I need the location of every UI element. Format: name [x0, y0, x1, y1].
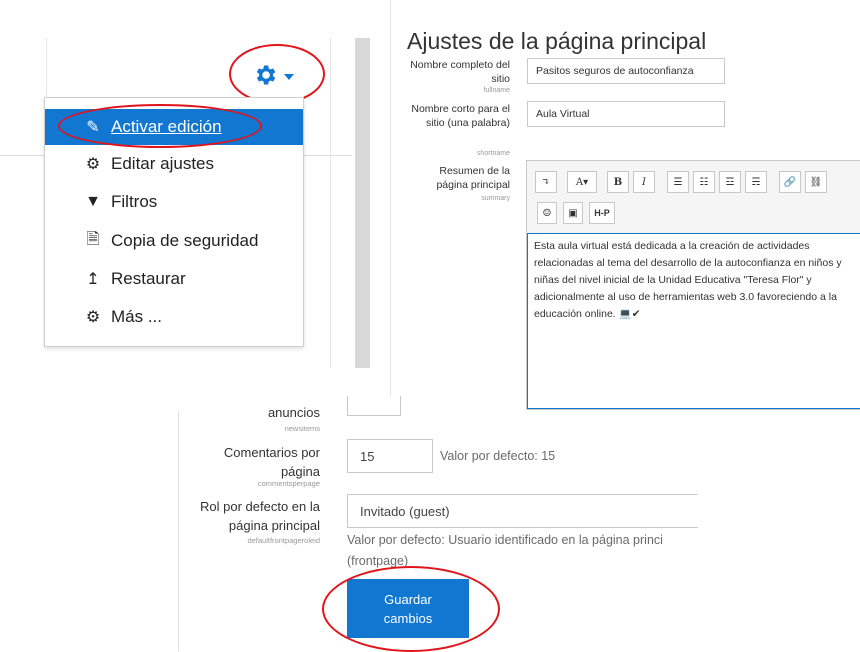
scrollbar[interactable] — [355, 38, 370, 368]
field-label: Nombre corto para el sitio (una palabra) — [411, 103, 510, 129]
field-key: commentsperpage — [257, 479, 320, 488]
toolbar-emoji-button[interactable]: ☺ — [537, 202, 557, 224]
field-label: Comentarios por página — [223, 445, 320, 479]
toolbar-outdent-button[interactable]: ☴ — [745, 171, 767, 193]
editor-toolbar: ↴ A▾ B I ☰ ☷ ☲ ☴ 🔗 ⛓ ☺ ▣ H-P — [527, 161, 860, 234]
toolbar-h5p-button[interactable]: H-P — [589, 202, 615, 224]
divider — [178, 410, 179, 651]
toolbar-link-button[interactable]: 🔗 — [779, 171, 801, 193]
upload-icon: ↥ — [86, 271, 100, 288]
divider — [46, 38, 47, 97]
menu-item-label: Editar ajustes — [111, 154, 214, 173]
field-key: fullname — [483, 87, 510, 94]
toolbar-italic-button[interactable]: I — [633, 171, 655, 193]
menu-item-copia-de-seguridad[interactable]: 🗎 Copia de seguridad — [45, 223, 303, 259]
default-value-hint: Valor por defecto: Usuario identificado … — [347, 533, 663, 547]
field-key: newsitems — [284, 424, 320, 433]
toolbar-unordered-list-button[interactable]: ☰ — [667, 171, 689, 193]
comments-per-page-input[interactable]: 15 — [347, 439, 433, 473]
shortname-input[interactable]: Aula Virtual — [527, 101, 725, 127]
menu-item-filtros[interactable]: ▼ Filtros — [45, 184, 303, 220]
menu-item-label: Filtros — [111, 192, 158, 211]
toolbar-ordered-list-button[interactable]: ☷ — [693, 171, 715, 193]
highlight-ring — [322, 566, 500, 652]
menu-item-label: Más ... — [111, 307, 163, 326]
gear-icon: ⚙ — [85, 309, 101, 326]
menu-item-restaurar[interactable]: ↥ Restaurar — [45, 261, 303, 297]
toolbar-collapse-button[interactable]: ↴ — [535, 171, 557, 193]
toolbar-image-button[interactable]: ▣ — [563, 202, 583, 224]
default-value-hint: Valor por defecto: 15 — [440, 449, 556, 463]
highlight-ring — [58, 104, 262, 148]
toolbar-indent-button[interactable]: ☲ — [719, 171, 741, 193]
divider — [330, 38, 331, 368]
field-key: summary — [481, 195, 510, 202]
menu-item-label: Copia de seguridad — [111, 231, 259, 250]
toolbar-bold-button[interactable]: B — [607, 171, 629, 193]
summary-editor: ↴ A▾ B I ☰ ☷ ☲ ☴ 🔗 ⛓ ☺ ▣ H-P Esta aula v… — [526, 160, 860, 410]
toolbar-unlink-button[interactable]: ⛓ — [805, 171, 827, 193]
newsitems-input[interactable] — [347, 396, 401, 416]
toolbar-font-color-button[interactable]: A▾ — [567, 171, 597, 193]
file-icon: 🗎 — [86, 230, 100, 248]
fullname-input[interactable]: Pasitos seguros de autoconfianza — [527, 58, 725, 84]
field-label: anuncios — [267, 405, 320, 420]
highlight-ring — [229, 44, 325, 104]
default-role-select[interactable]: Invitado (guest) — [347, 494, 698, 528]
field-label: Rol por defecto en la página principal — [200, 499, 320, 533]
field-key: shortname — [476, 150, 510, 157]
divider — [302, 155, 352, 156]
gear-icon: ⚙ — [85, 156, 101, 173]
divider — [0, 155, 46, 156]
filter-icon: ▼ — [85, 193, 101, 210]
page-title: Ajustes de la página principal — [407, 28, 707, 54]
summary-textarea[interactable]: Esta aula virtual está dedicada a la cre… — [527, 233, 860, 409]
menu-item-label: Restaurar — [111, 269, 186, 288]
field-key: defaultfrontpageroleid — [247, 536, 320, 545]
field-label: Nombre completo del sitio — [410, 59, 510, 85]
menu-item-mas[interactable]: ⚙ Más ... — [45, 299, 303, 335]
menu-item-editar-ajustes[interactable]: ⚙ Editar ajustes — [45, 146, 303, 182]
field-label: Resumen de la página principal — [436, 165, 510, 191]
